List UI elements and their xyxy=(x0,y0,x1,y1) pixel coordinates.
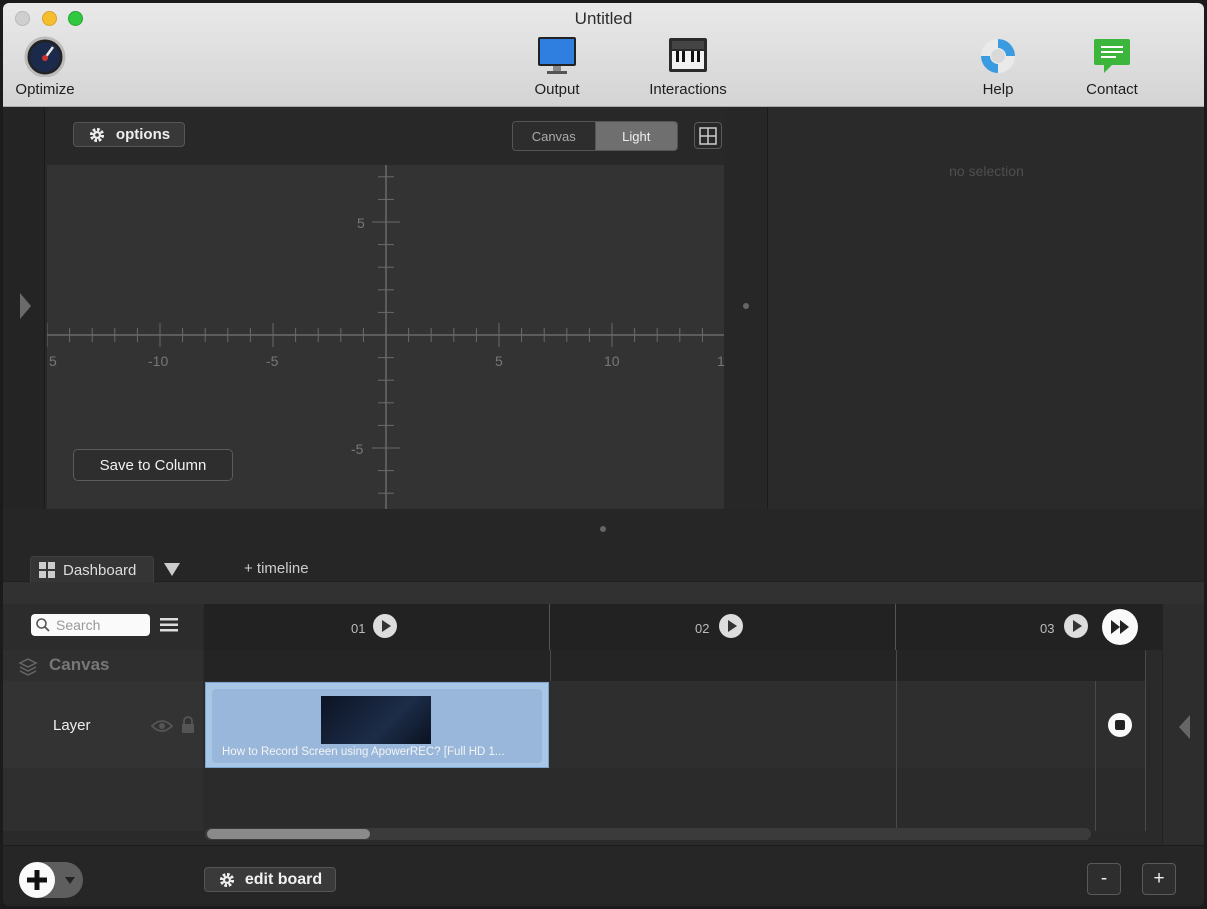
empty-row-header xyxy=(3,768,203,831)
y-tick-label: 5 xyxy=(357,215,365,231)
layers-icon xyxy=(18,658,38,676)
optimize-label: Optimize xyxy=(15,81,75,98)
column-header-01[interactable]: 01 xyxy=(204,604,550,650)
horizontal-scrollbar[interactable] xyxy=(205,828,1091,840)
column-number: 03 xyxy=(1040,621,1055,636)
bottom-bar: edit board - + xyxy=(3,845,1204,906)
x-tick-label: 5 xyxy=(495,353,503,369)
stop-layer-button[interactable] xyxy=(1108,713,1132,737)
x-tick-label: -10 xyxy=(148,353,169,369)
chat-bubble-icon xyxy=(1094,39,1130,73)
fast-forward-button[interactable] xyxy=(1102,609,1138,645)
inspector-panel: no selection xyxy=(767,107,1204,510)
left-panel-toggle[interactable] xyxy=(3,107,45,509)
layer-row-header[interactable]: Layer xyxy=(3,681,203,768)
timeline-left-header: Search xyxy=(3,604,203,650)
play-column-icon[interactable] xyxy=(719,614,743,638)
tab-content-header xyxy=(3,582,1204,604)
help-button[interactable]: Help xyxy=(965,35,1031,98)
plus-icon xyxy=(27,870,47,890)
canvas-group-cells xyxy=(204,650,1145,681)
no-selection-text: no selection xyxy=(949,163,1024,179)
splitter-handle-dot[interactable] xyxy=(600,526,606,532)
canvas-group-row[interactable]: Canvas xyxy=(3,650,203,681)
stage-right-margin xyxy=(725,107,766,509)
gear-icon xyxy=(89,127,105,142)
toolbar: Untitled Optimize Output Interactions He… xyxy=(3,3,1204,107)
column-divider xyxy=(1145,650,1146,831)
edit-board-label: edit board xyxy=(244,870,323,888)
eye-icon[interactable] xyxy=(151,719,173,733)
column-divider xyxy=(550,650,551,681)
grid-icon xyxy=(699,126,717,145)
media-clip[interactable]: How to Record Screen using ApowerREC? [F… xyxy=(205,682,549,768)
interactions-label: Interactions xyxy=(649,81,727,98)
search-icon xyxy=(36,618,50,632)
add-timeline-tab[interactable]: + timeline xyxy=(244,560,309,577)
tab-dropdown-arrow-icon[interactable] xyxy=(164,563,180,576)
add-button[interactable] xyxy=(19,862,55,898)
layer-name: Layer xyxy=(53,717,91,734)
y-tick-label: -5 xyxy=(351,441,364,457)
save-to-column-button[interactable]: Save to Column xyxy=(73,449,233,481)
play-column-icon[interactable] xyxy=(373,614,397,638)
speedometer-icon xyxy=(24,36,66,77)
optimize-button[interactable]: Optimize xyxy=(11,35,79,98)
board-tabs: Dashboard + timeline xyxy=(3,549,1204,583)
play-column-icon[interactable] xyxy=(1064,614,1088,638)
tab-dashboard[interactable]: Dashboard xyxy=(30,556,154,583)
list-menu-icon[interactable] xyxy=(160,618,178,632)
monitor-icon xyxy=(538,37,576,74)
segment-canvas[interactable]: Canvas xyxy=(513,122,596,150)
grid-toggle-button[interactable] xyxy=(694,122,722,149)
stage-area: options Canvas Light 5 -10 -5 5 10 1 5 -… xyxy=(45,107,767,509)
help-label: Help xyxy=(982,81,1014,98)
clip-body: How to Record Screen using ApowerREC? [F… xyxy=(212,689,542,763)
app-window: Untitled Optimize Output Interactions He… xyxy=(3,3,1204,906)
search-field[interactable]: Search xyxy=(31,614,150,636)
options-label: options xyxy=(115,126,171,143)
resize-handle-dot[interactable] xyxy=(743,303,749,309)
fast-forward-icon xyxy=(1111,620,1129,634)
contact-label: Contact xyxy=(1086,81,1138,98)
edit-board-button[interactable]: edit board xyxy=(204,867,336,892)
clip-thumbnail xyxy=(321,696,431,744)
column-header-02[interactable]: 02 xyxy=(550,604,896,650)
x-tick-label: -5 xyxy=(266,353,279,369)
dashboard-grid-icon xyxy=(39,562,55,578)
zoom-out-button[interactable]: - xyxy=(1087,863,1121,895)
midi-keyboard-icon xyxy=(669,38,707,72)
output-button[interactable]: Output xyxy=(523,35,591,98)
add-layer-menu[interactable] xyxy=(19,862,83,898)
chevron-down-icon xyxy=(65,877,75,884)
zoom-in-button[interactable]: + xyxy=(1142,863,1176,895)
lifebuoy-icon xyxy=(981,39,1015,73)
lock-icon[interactable] xyxy=(180,716,196,734)
collapse-left-arrow-icon xyxy=(1179,715,1190,739)
x-tick-label: 10 xyxy=(604,353,620,369)
column-divider xyxy=(896,650,897,831)
column-divider xyxy=(1095,681,1096,831)
timeline-right-collapse[interactable] xyxy=(1162,604,1204,844)
x-tick-label: 5 xyxy=(49,353,57,369)
column-number: 01 xyxy=(351,621,366,636)
interactions-button[interactable]: Interactions xyxy=(643,35,733,98)
contact-button[interactable]: Contact xyxy=(1078,35,1146,98)
tab-dashboard-label: Dashboard xyxy=(63,561,137,579)
view-mode-segmented-control: Canvas Light xyxy=(512,121,678,151)
empty-row-cells xyxy=(204,768,1145,831)
panel-splitter[interactable] xyxy=(3,509,1204,549)
segment-light[interactable]: Light xyxy=(595,122,677,150)
canvas-group-label: Canvas xyxy=(49,655,110,674)
window-title: Untitled xyxy=(574,9,633,28)
expand-right-arrow-icon xyxy=(20,293,31,319)
scrollbar-thumb[interactable] xyxy=(207,829,370,839)
output-label: Output xyxy=(534,81,580,98)
options-button[interactable]: options xyxy=(73,122,185,147)
search-placeholder: Search xyxy=(56,617,101,633)
gear-icon xyxy=(219,872,234,887)
x-tick-label: 1 xyxy=(717,353,725,369)
clip-title: How to Record Screen using ApowerREC? [F… xyxy=(222,746,505,758)
column-number: 02 xyxy=(695,621,710,636)
